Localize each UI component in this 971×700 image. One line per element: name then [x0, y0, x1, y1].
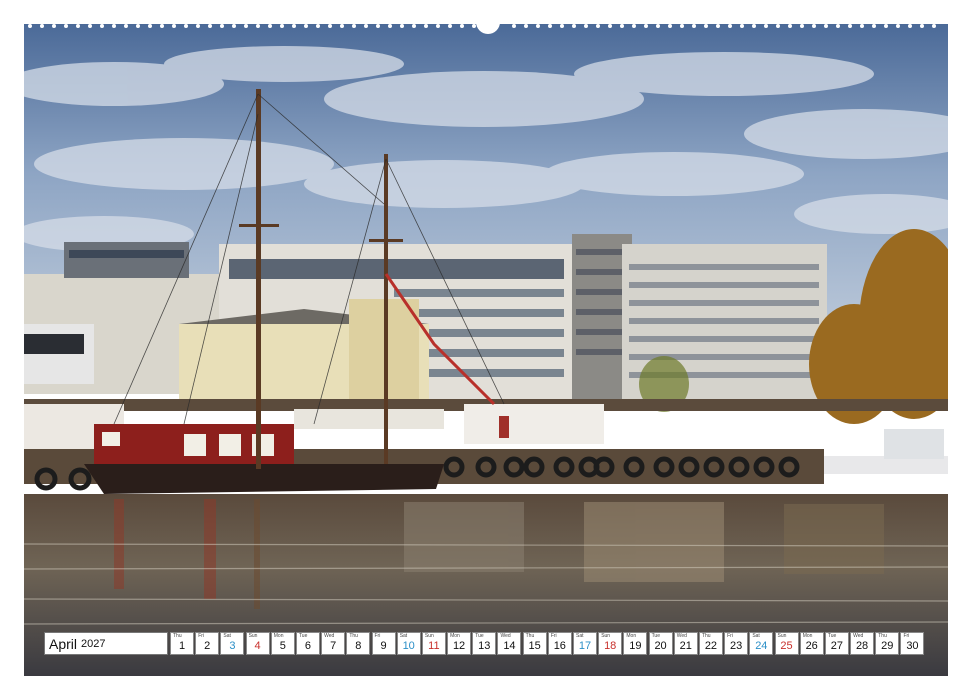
day-number: 11 — [428, 640, 440, 652]
day-number: 10 — [402, 640, 415, 652]
day-cell: Thu 29 — [875, 632, 900, 655]
day-cell: Thu 8 — [346, 632, 371, 655]
day-number: 5 — [279, 640, 286, 652]
day-weekday: Mon — [450, 633, 460, 639]
day-weekday: Tue — [298, 633, 308, 639]
day-weekday: Sun — [248, 633, 258, 639]
day-number: 12 — [452, 640, 466, 652]
day-weekday: Fri — [550, 633, 557, 639]
day-weekday: Sat — [399, 633, 408, 639]
day-cell: Sun 11 — [421, 632, 446, 655]
day-cell: Sun 4 — [245, 632, 270, 655]
day-cell: Sun 18 — [598, 632, 623, 655]
day-number: 29 — [881, 640, 894, 652]
day-cell: Fri 23 — [724, 632, 749, 655]
day-weekday: Thu — [525, 633, 535, 639]
day-number: 27 — [830, 640, 843, 652]
day-cell: Thu 15 — [522, 632, 547, 655]
day-weekday: Fri — [374, 633, 381, 639]
day-cell: Mon 26 — [799, 632, 824, 655]
day-weekday: Wed — [324, 633, 335, 639]
day-weekday: Mon — [273, 633, 284, 639]
day-number: 26 — [805, 640, 818, 652]
day-cell: Mon 12 — [447, 632, 472, 655]
day-cell: Wed 14 — [497, 632, 522, 655]
day-weekday: Thu — [878, 633, 887, 639]
day-weekday: Thu — [173, 633, 182, 639]
day-cell: Sat 3 — [220, 632, 245, 655]
day-cell: Sat 17 — [573, 632, 597, 655]
day-weekday: Mon — [626, 633, 637, 639]
month-name: April — [49, 635, 78, 652]
day-weekday: Tue — [651, 633, 660, 639]
harbour-photo — [24, 24, 948, 676]
day-cell: Fri 9 — [371, 632, 396, 655]
day-weekday: Fri — [727, 633, 733, 639]
day-cell: Mon 19 — [623, 632, 648, 655]
day-cell: Tue 27 — [824, 632, 849, 655]
day-number: 17 — [578, 640, 592, 652]
day-cells: Thu 1 Fri 2 Sat 3 Sun 4 Mon 5 Tue 6 Wed 7 Thu 8 Fri 9 Sat 1… — [170, 632, 926, 655]
day-number: 22 — [704, 640, 718, 652]
day-number: 19 — [629, 640, 642, 652]
day-weekday: Wed — [853, 633, 864, 639]
day-number: 14 — [503, 640, 516, 652]
day-weekday: Sat — [752, 633, 760, 639]
day-number: 8 — [355, 640, 362, 652]
day-cell: Thu 22 — [698, 632, 723, 655]
day-number: 23 — [730, 640, 743, 652]
day-number: 24 — [755, 640, 768, 652]
day-weekday: Sun — [424, 633, 434, 639]
day-weekday: Thu — [701, 633, 711, 639]
day-weekday: Sat — [576, 633, 584, 639]
day-number: 15 — [528, 640, 541, 652]
day-cell: Fri 30 — [900, 632, 925, 655]
day-number: 25 — [780, 640, 793, 652]
day-cell: Sat 10 — [396, 632, 421, 655]
day-weekday: Fri — [903, 633, 910, 639]
day-number: 30 — [906, 640, 919, 652]
day-weekday: Sat — [223, 633, 231, 639]
day-weekday: Thu — [349, 633, 358, 639]
day-weekday: Wed — [500, 633, 511, 639]
day-weekday: Wed — [676, 633, 687, 639]
day-cell: Thu 1 — [170, 632, 194, 655]
day-weekday: Fri — [198, 633, 205, 639]
day-number: 3 — [229, 640, 236, 652]
day-cell: Tue 13 — [472, 632, 497, 655]
day-cell: Wed 7 — [321, 632, 346, 655]
day-number: 7 — [330, 640, 337, 652]
day-number: 21 — [679, 640, 692, 652]
day-number: 2 — [204, 640, 211, 652]
day-cell: Sat 24 — [749, 632, 774, 655]
day-number: 6 — [304, 640, 311, 652]
day-cell: Tue 20 — [648, 632, 673, 655]
month-label-box: April 2027 — [44, 632, 168, 655]
calendar-strip: April 2027 Thu 1 Fri 2 Sat 3 Sun 4 Mon 5 Tue 6 Wed 7 T… — [44, 632, 926, 655]
day-cell: Mon 5 — [270, 632, 295, 655]
day-cell: Fri 16 — [547, 632, 572, 655]
day-weekday: Tue — [475, 633, 484, 639]
day-number: 16 — [553, 640, 566, 652]
day-cell: Sun 25 — [774, 632, 799, 655]
day-number: 18 — [604, 640, 617, 652]
day-cell: Wed 21 — [673, 632, 698, 655]
day-cell: Wed 28 — [850, 632, 875, 655]
day-cell: Fri 2 — [195, 632, 220, 655]
day-weekday: Mon — [802, 633, 813, 639]
month-year: 2027 — [81, 637, 106, 650]
day-number: 4 — [254, 640, 261, 652]
day-number: 1 — [178, 640, 186, 652]
day-weekday: Sun — [777, 633, 787, 639]
spiral-binding — [24, 22, 948, 36]
day-number: 20 — [654, 640, 667, 652]
day-cell: Tue 6 — [295, 632, 320, 655]
day-weekday: Sun — [601, 633, 611, 639]
day-weekday: Tue — [827, 633, 837, 639]
day-number: 28 — [855, 640, 869, 652]
day-number: 13 — [478, 640, 491, 652]
day-number: 9 — [380, 640, 387, 652]
